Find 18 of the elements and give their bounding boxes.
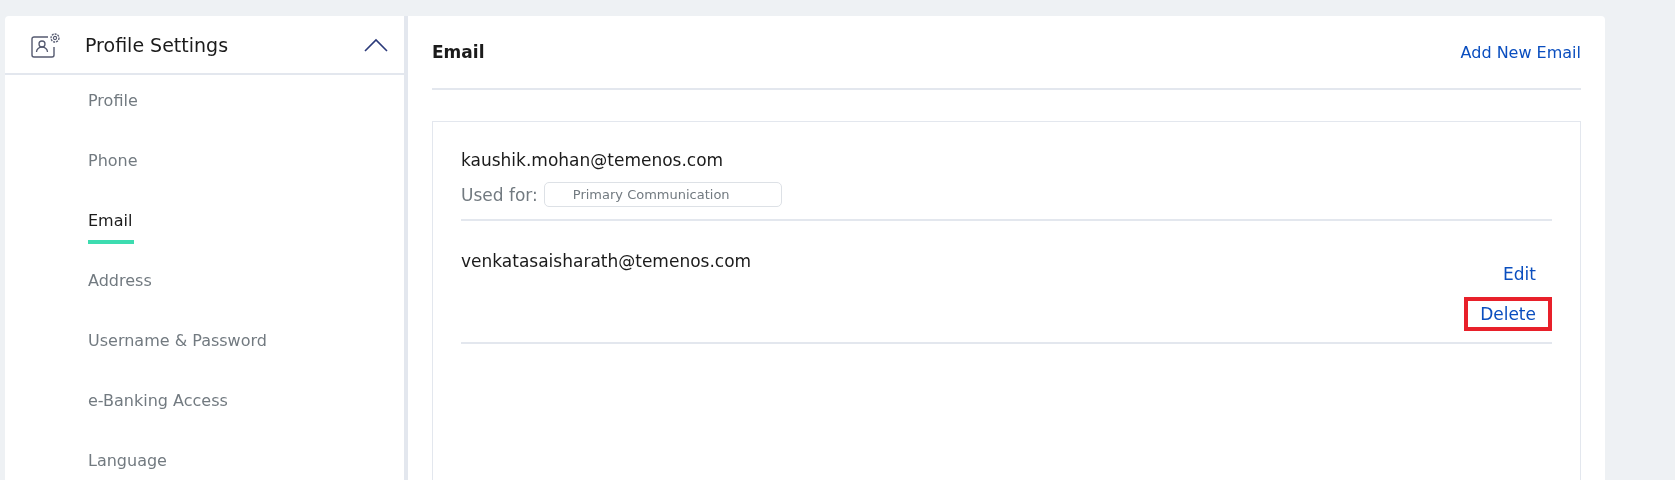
edit-link[interactable]: Edit <box>1487 257 1552 291</box>
sidebar-item[interactable]: Profile <box>88 75 404 135</box>
email-address: venkatasaisharath@temenos.com <box>461 251 752 271</box>
delete-link[interactable]: Delete <box>1464 297 1552 331</box>
sidebar-item[interactable]: Address <box>88 255 404 315</box>
chevron-icon[interactable] <box>364 37 388 52</box>
sidebar-item[interactable]: Phone <box>88 135 404 195</box>
used-for-label: Used for: <box>461 184 538 205</box>
add-email-link[interactable]: Add New Email <box>1460 42 1581 62</box>
section-title[interactable]: Profile Settings <box>85 33 364 56</box>
sidebar-item[interactable]: Language <box>88 435 404 480</box>
sidebar-item[interactable]: e-Banking Access <box>88 375 404 435</box>
email-address: kaushik.mohan@temenos.com <box>461 150 725 170</box>
profile-settings-icon <box>31 30 63 59</box>
sidebar-item[interactable]: Username & Password <box>88 315 404 375</box>
usage-tag: Primary Communication <box>543 182 782 207</box>
section-heading: Email <box>432 42 485 62</box>
sidebar-item[interactable]: Email <box>88 195 404 255</box>
